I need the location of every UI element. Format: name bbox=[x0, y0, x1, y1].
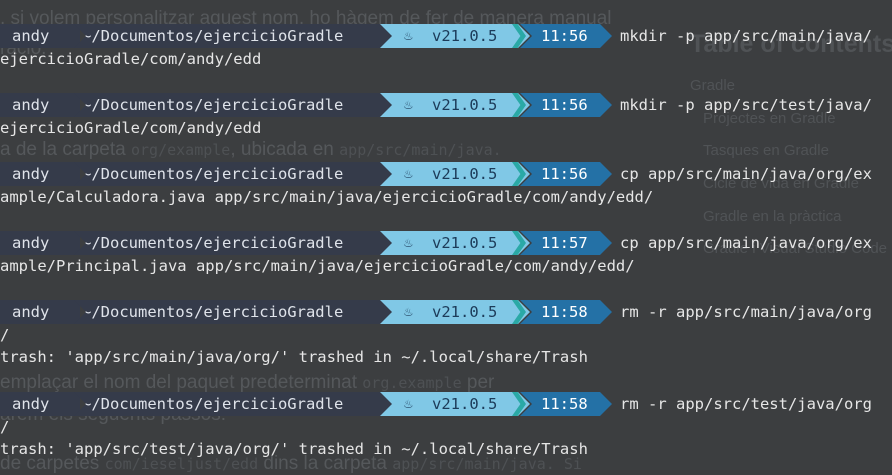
prompt-user-segment: andy bbox=[0, 162, 80, 186]
command-output: / bbox=[0, 418, 10, 436]
command-output: / bbox=[0, 326, 10, 344]
prompt-user-segment: andy bbox=[0, 392, 80, 416]
prompt-time-segment: 11:56 bbox=[520, 24, 612, 48]
command-text: rm -r app/src/main/java/org bbox=[620, 303, 872, 321]
prompt-user-segment: andy bbox=[0, 93, 80, 117]
shell-prompt: andy ~/Documentos/ejercicioGradle ♨ v21.0… bbox=[0, 24, 892, 48]
prompt-user-segment: andy bbox=[0, 300, 80, 324]
terminal[interactable]: andy ~/Documentos/ejercicioGradle ♨ v21.0… bbox=[0, 0, 892, 474]
java-cup-icon: ♨ bbox=[404, 304, 413, 320]
shell-prompt: andy ~/Documentos/ejercicioGradle ♨ v21.0… bbox=[0, 93, 892, 117]
command-text: mkdir -p app/src/main/java/ bbox=[620, 27, 872, 45]
command-output: trash: 'app/src/test/java/org/' trashed … bbox=[0, 440, 588, 458]
command-output: ample/Principal.java app/src/main/java/e… bbox=[0, 257, 635, 275]
shell-prompt: andy ~/Documentos/ejercicioGradle ♨ v21.0… bbox=[0, 392, 892, 416]
shell-prompt: andy ~/Documentos/ejercicioGradle ♨ v21.0… bbox=[0, 162, 892, 186]
prompt-directory-segment: ~/Documentos/ejercicioGradle bbox=[74, 231, 400, 255]
prompt-java-segment: ♨ v21.0.5 bbox=[380, 24, 530, 48]
prompt-time-segment: 11:57 bbox=[520, 231, 612, 255]
prompt-user-segment: andy bbox=[0, 24, 80, 48]
java-cup-icon: ♨ bbox=[404, 396, 413, 412]
command-text: cp app/src/main/java/org/ex bbox=[620, 165, 872, 183]
command-output: ejercicioGradle/com/andy/edd bbox=[0, 119, 262, 137]
prompt-user-segment: andy bbox=[0, 231, 80, 255]
java-cup-icon: ♨ bbox=[404, 97, 413, 113]
command-text: cp app/src/main/java/org/ex bbox=[620, 234, 872, 252]
command-output: ejercicioGradle/com/andy/edd bbox=[0, 50, 262, 68]
java-cup-icon: ♨ bbox=[404, 28, 413, 44]
prompt-directory-segment: ~/Documentos/ejercicioGradle bbox=[74, 162, 400, 186]
prompt-time-segment: 11:58 bbox=[520, 300, 612, 324]
prompt-directory-segment: ~/Documentos/ejercicioGradle bbox=[74, 93, 400, 117]
prompt-java-segment: ♨ v21.0.5 bbox=[380, 392, 530, 416]
shell-prompt: andy ~/Documentos/ejercicioGradle ♨ v21.0… bbox=[0, 231, 892, 255]
command-text: mkdir -p app/src/test/java/ bbox=[620, 96, 872, 114]
prompt-time-segment: 11:58 bbox=[520, 392, 612, 416]
prompt-java-segment: ♨ v21.0.5 bbox=[380, 93, 530, 117]
prompt-java-segment: ♨ v21.0.5 bbox=[380, 300, 530, 324]
java-cup-icon: ♨ bbox=[404, 235, 413, 251]
prompt-time-segment: 11:56 bbox=[520, 93, 612, 117]
prompt-directory-segment: ~/Documentos/ejercicioGradle bbox=[74, 300, 400, 324]
command-output: ample/Calculadora.java app/src/main/java… bbox=[0, 188, 654, 206]
prompt-time-segment: 11:56 bbox=[520, 162, 612, 186]
java-cup-icon: ♨ bbox=[404, 166, 413, 182]
command-text: rm -r app/src/test/java/org bbox=[620, 395, 872, 413]
shell-prompt: andy ~/Documentos/ejercicioGradle ♨ v21.0… bbox=[0, 300, 892, 324]
prompt-directory-segment: ~/Documentos/ejercicioGradle bbox=[74, 24, 400, 48]
command-output: trash: 'app/src/main/java/org/' trashed … bbox=[0, 348, 588, 366]
prompt-java-segment: ♨ v21.0.5 bbox=[380, 231, 530, 255]
prompt-directory-segment: ~/Documentos/ejercicioGradle bbox=[74, 392, 400, 416]
prompt-java-segment: ♨ v21.0.5 bbox=[380, 162, 530, 186]
